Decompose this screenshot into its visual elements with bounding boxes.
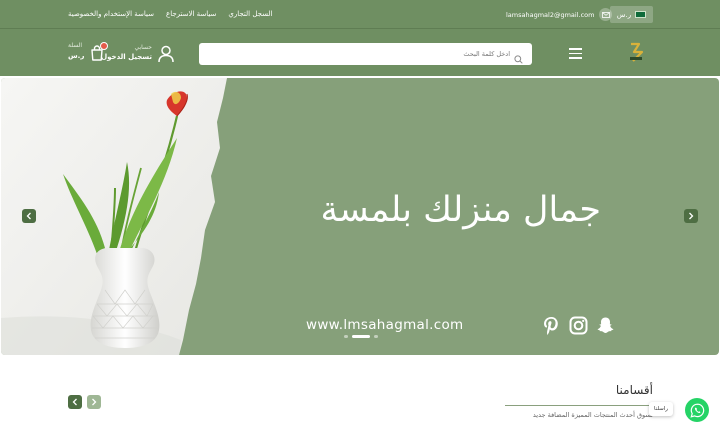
chevron-left-icon (26, 212, 31, 220)
search-input[interactable] (210, 43, 510, 65)
top-links: السجل التجاري سياسة الاسترجاع سياسة الإس… (68, 0, 273, 28)
section-title: أقسامنا (615, 383, 653, 397)
slider-dots (344, 335, 378, 338)
section-divider (505, 405, 653, 406)
return-policy-link[interactable]: سياسة الاسترجاع (166, 10, 216, 18)
slider-next-button[interactable] (684, 209, 698, 223)
whatsapp-button[interactable] (685, 398, 709, 422)
main-header: السلة ر.س حسابي تسجيل الدخول (0, 28, 720, 76)
saudi-flag-icon (635, 11, 647, 18)
categories-section-header: أقسامنا تسوق أحدث المنتجات المميزة المضا… (505, 383, 653, 419)
top-bar: السجل التجاري سياسة الاسترجاع سياسة الإس… (0, 0, 720, 28)
cart-label: السلة (68, 42, 83, 49)
currency-label: ر.س (616, 10, 632, 19)
account-label: حسابي (134, 44, 152, 51)
chat-label[interactable]: راسلنا (649, 402, 673, 416)
categories-prev-button[interactable] (68, 395, 82, 409)
slider-dot-active[interactable] (352, 335, 370, 338)
login-label: تسجيل الدخول (101, 53, 152, 61)
privacy-policy-link[interactable]: سياسة الإستخدام والخصوصية (68, 10, 154, 18)
hero-slider: جمال منزلك بلمسة www.lmsahagmal.com (1, 78, 719, 355)
slider-dot[interactable] (374, 335, 378, 338)
currency-selector[interactable]: ر.س (610, 6, 653, 23)
account-button[interactable]: حسابي تسجيل الدخول (101, 44, 174, 67)
slider-dot[interactable] (344, 335, 348, 338)
search-icon[interactable] (514, 49, 523, 68)
chevron-right-icon (92, 398, 97, 406)
hero-headline: جمال منزلك بلمسة (320, 190, 601, 230)
search-bar (199, 43, 532, 65)
email-text: lamsahagmal2@gmail.com (506, 10, 595, 19)
cart-total: ر.س (68, 52, 85, 60)
contact-email[interactable]: lamsahagmal2@gmail.com (506, 8, 613, 21)
user-icon (158, 45, 174, 67)
chevron-left-icon (72, 398, 77, 406)
section-subtitle: تسوق أحدث المنتجات المميزة المضافة جديد (532, 411, 653, 419)
snapchat-icon[interactable] (596, 316, 615, 339)
whatsapp-icon (689, 403, 704, 418)
chevron-right-icon (689, 212, 694, 220)
hamburger-menu-icon[interactable] (569, 48, 582, 59)
commercial-register-link[interactable]: السجل التجاري (228, 10, 272, 18)
pinterest-icon[interactable] (542, 316, 561, 339)
categories-next-button[interactable] (87, 395, 101, 409)
website-url[interactable]: www.lmsahagmal.com (306, 317, 463, 333)
cart-count-badge (100, 42, 108, 50)
social-icons (542, 316, 615, 339)
slider-prev-button[interactable] (22, 209, 36, 223)
instagram-icon[interactable] (569, 316, 588, 339)
store-logo[interactable] (628, 41, 644, 63)
